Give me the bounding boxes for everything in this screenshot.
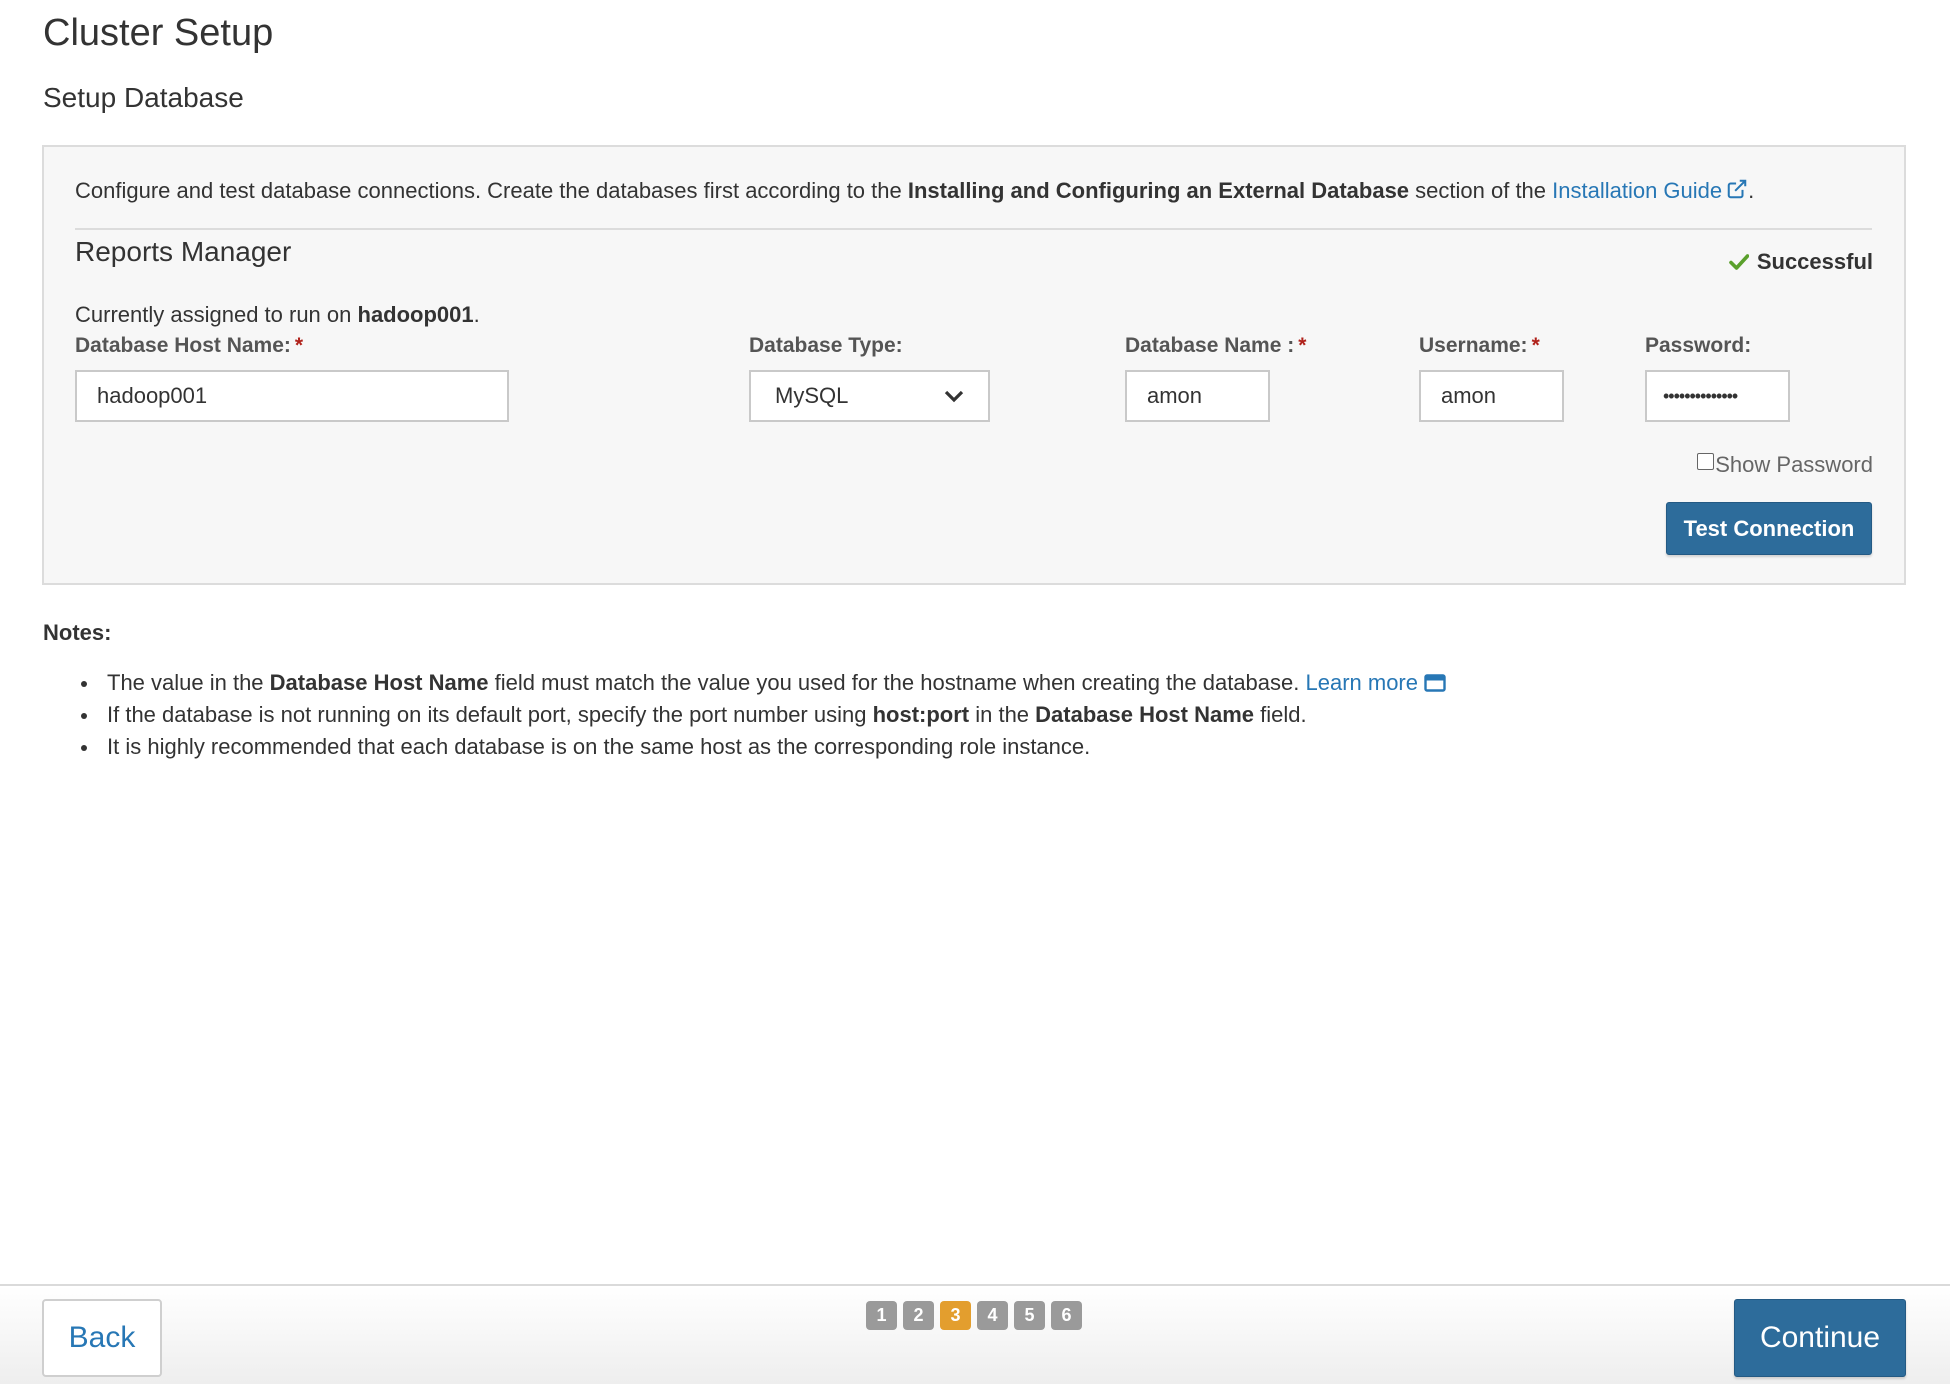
check-icon	[1729, 254, 1749, 270]
database-setup-panel	[42, 145, 1906, 585]
continue-button[interactable]: Continue	[1734, 1299, 1906, 1377]
list-item: It is highly recommended that each datab…	[81, 731, 1446, 763]
intro-bold-text: Installing and Configuring an External D…	[907, 178, 1410, 203]
notes-title: Notes:	[43, 620, 112, 645]
window-icon[interactable]	[1424, 673, 1446, 693]
step-indicator: 1 2 3 4 5 6	[866, 1301, 1082, 1330]
step-6[interactable]: 6	[1051, 1301, 1082, 1330]
required-marker: *	[294, 334, 304, 357]
notes-list: The value in the Database Host Name fiel…	[43, 667, 1446, 763]
required-marker: *	[1298, 334, 1307, 357]
list-item: If the database is not running on its de…	[81, 699, 1446, 731]
step-2[interactable]: 2	[903, 1301, 934, 1330]
db-host-input[interactable]	[75, 370, 509, 422]
status-text: Successful	[1756, 249, 1873, 274]
username-label: Username: *	[1419, 334, 1540, 357]
intro-text: Configure and test database connections.…	[75, 178, 1755, 203]
step-1[interactable]: 1	[866, 1301, 897, 1330]
learn-more-link[interactable]: Learn more	[1305, 670, 1418, 695]
required-marker: *	[1531, 334, 1540, 357]
db-type-label: Database Type:	[749, 334, 903, 357]
db-name-label: Database Name : *	[1125, 334, 1307, 357]
username-input[interactable]	[1419, 370, 1564, 422]
external-link-icon[interactable]	[1726, 178, 1748, 200]
back-button[interactable]: Back	[42, 1299, 162, 1377]
db-type-select[interactable]: MySQL	[749, 370, 990, 422]
db-name-input[interactable]	[1125, 370, 1270, 422]
show-password-checkbox[interactable]	[1697, 452, 1715, 470]
db-host-label: Database Host Name: *	[75, 334, 304, 357]
section-title: Reports Manager	[75, 236, 292, 267]
password-label: Password:	[1645, 334, 1752, 357]
assigned-host-text: Currently assigned to run on hadoop001.	[75, 302, 480, 327]
assigned-host: hadoop001	[357, 302, 474, 327]
test-connection-button[interactable]: Test Connection	[1666, 502, 1872, 555]
step-3-active[interactable]: 3	[940, 1301, 971, 1330]
show-password-label: Show Password	[1715, 452, 1873, 477]
footer-bar	[0, 1284, 1950, 1384]
page-subtitle: Setup Database	[43, 82, 244, 113]
step-4[interactable]: 4	[977, 1301, 1008, 1330]
show-password-toggle[interactable]: Show Password	[1697, 452, 1873, 478]
installation-guide-link[interactable]: Installation Guide	[1552, 178, 1722, 203]
divider	[75, 228, 1872, 230]
connection-status: Successful	[1729, 249, 1873, 275]
chevron-down-icon	[944, 390, 964, 403]
page-title: Cluster Setup	[43, 12, 274, 54]
step-5[interactable]: 5	[1014, 1301, 1045, 1330]
password-input[interactable]	[1645, 370, 1790, 422]
db-type-selected-value: MySQL	[775, 383, 849, 408]
list-item: The value in the Database Host Name fiel…	[81, 667, 1446, 699]
